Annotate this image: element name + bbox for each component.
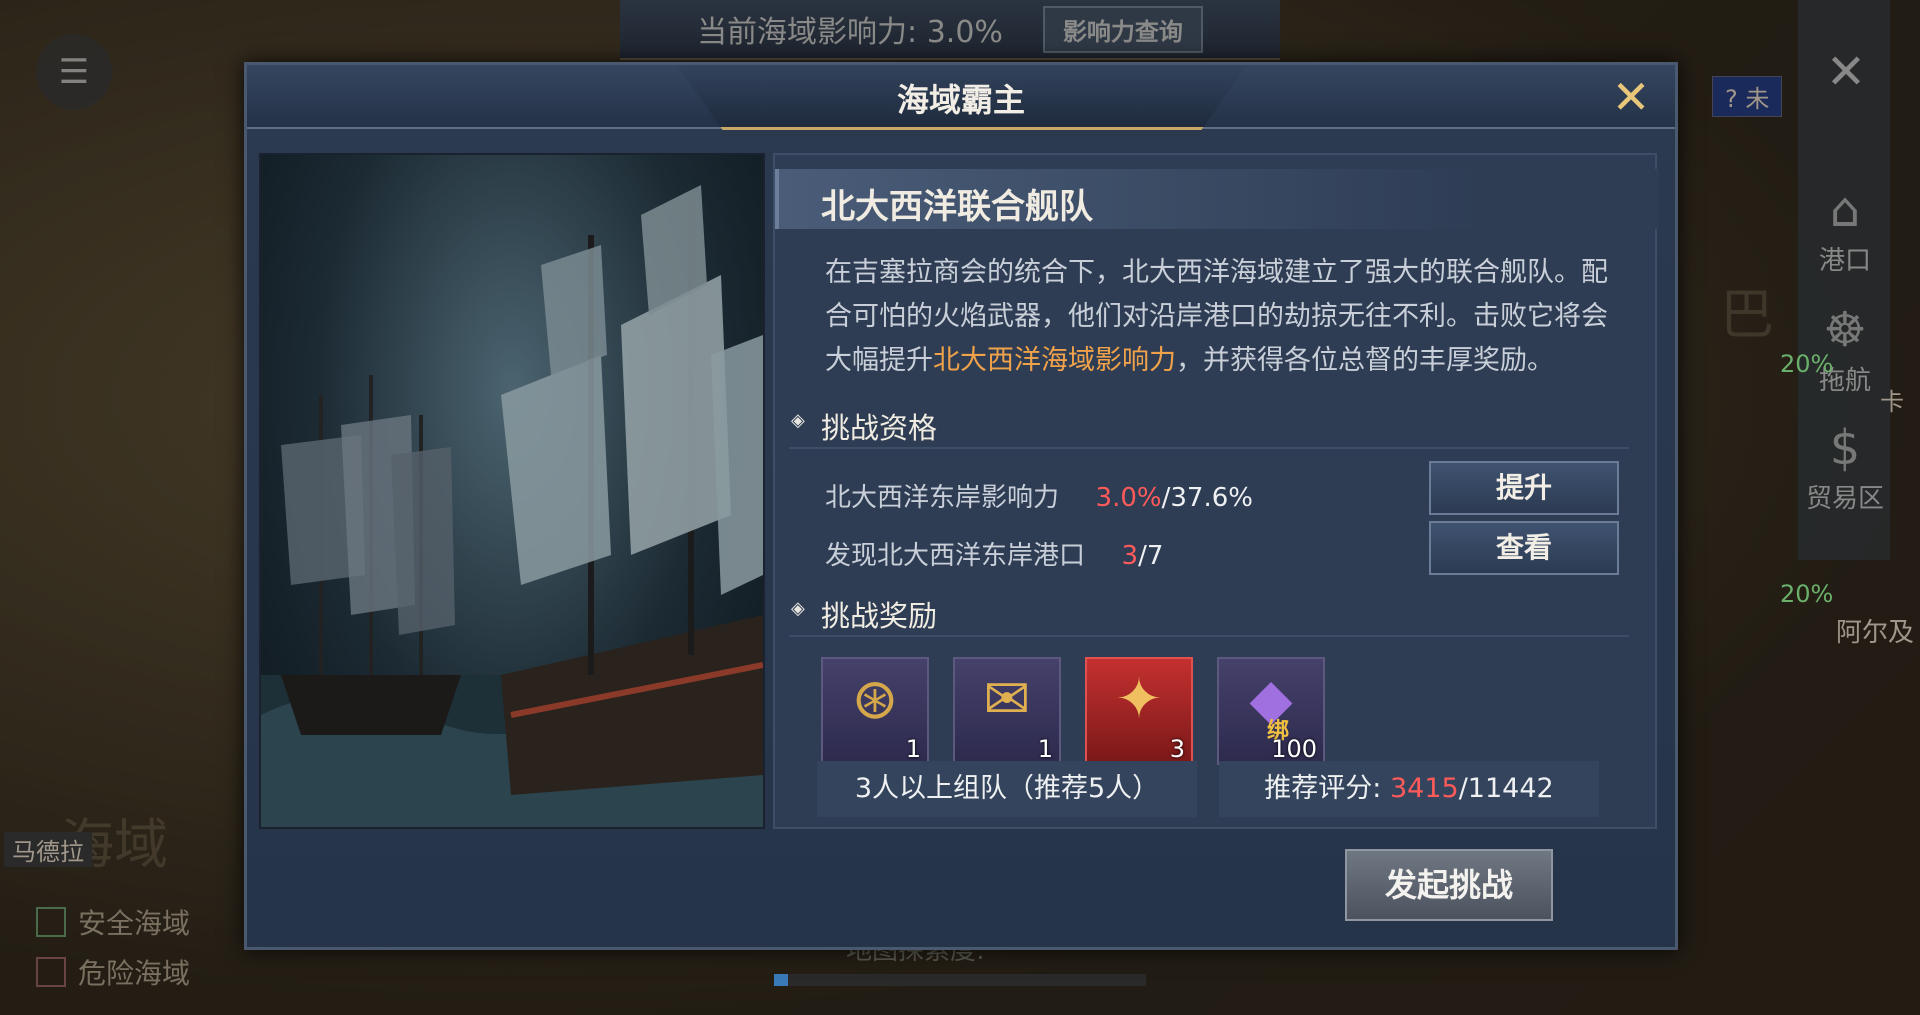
fleet-name: 北大西洋联合舰队 [821,187,1093,227]
help-icon: ? [1725,85,1738,113]
map-search-menu-button[interactable]: ☰ [36,34,112,110]
top-banner: 当前海域影响力: 3.0% 影响力查询 [620,0,1280,60]
sidebar-item-label: 贸易区 [1805,484,1884,514]
requirement-influence: 北大西洋东岸影响力 3.0%/37.6% [825,477,1253,514]
fleet-details-panel: 北大西洋联合舰队 在吉塞拉商会的统合下，北大西洋海域建立了强大的联合舰队。配合可… [773,153,1659,829]
modal-title: 海域霸主 [896,81,1025,119]
legend-danger: 危险海域 [36,952,190,992]
section-rewards: ◈ 挑战奖励 [789,589,1629,637]
reward-list: ⊛ 1 ✉ 1 ✦ 3 ◆ 绑 100 [821,657,1325,765]
influence-query-button[interactable]: 影响力查询 [1042,5,1203,53]
fleet-description: 在吉塞拉商会的统合下，北大西洋海域建立了强大的联合舰队。配合可怕的火焰武器，他们… [825,251,1625,383]
requirement-current: 3.0% [1095,483,1162,513]
map-place-left: 马德拉 [4,832,92,867]
desc-text-end: ，并获得各位总督的丰厚奖励。 [1176,345,1554,376]
view-button[interactable]: 查看 [1429,521,1619,575]
sidebar-item-trade-zone[interactable]: $ 贸易区 [1800,418,1890,515]
score-current: 3415 [1389,773,1459,804]
sea-overlord-modal: 海域霸主 ✕ 北大西洋联合舰队 在吉塞拉商会的统合下，北大西洋海域建立了强大的联… [244,62,1678,950]
legend-safe: 安全海域 [36,902,190,942]
reward-item[interactable]: ◆ 绑 100 [1217,657,1325,765]
scroll-icon: ✦ [1115,667,1163,732]
requirement-target: /7 [1138,541,1164,571]
ship-illustration [261,185,763,827]
envelope-icon: ✉ [983,667,1031,732]
requirement-current: 3 [1121,541,1139,571]
diamond-bullet-icon: ◈ [791,410,805,431]
section-qualification: ◈ 挑战资格 [789,401,1629,449]
section-label: 挑战奖励 [821,599,938,633]
reward-item[interactable]: ✉ 1 [953,657,1061,765]
start-challenge-button[interactable]: 发起挑战 [1345,849,1553,921]
compass-medal-icon: ⊛ [851,667,899,732]
harbor-icon: ⌂ [1829,182,1861,238]
reward-qty: 100 [1271,735,1317,763]
current-influence-text: 当前海域影响力: 3.0% [697,15,1003,50]
map-place-right: 阿尔及 [1836,618,1915,648]
requirement-target: /37.6% [1161,483,1253,513]
reward-qty: 1 [1037,735,1053,763]
team-requirement: 3人以上组队（推荐5人） [817,761,1197,817]
map-tag-top: ? 未 [1712,76,1783,117]
requirement-ports: 发现北大西洋东岸港口 3/7 [825,535,1163,572]
sidebar-item-harbor[interactable]: ⌂ 港口 [1800,180,1890,277]
map-badge-2: 20% [1780,580,1834,608]
requirement-label: 北大西洋东岸影响力 [825,483,1060,513]
map-badge-1: 20% [1780,350,1834,378]
score-target: /11442 [1458,773,1554,804]
fleet-artwork [259,153,765,829]
sidebar-item-tow[interactable]: ☸ 拖航 [1800,300,1890,397]
desc-highlight: 北大西洋海域影响力 [933,345,1176,376]
reward-item[interactable]: ✦ 3 [1085,657,1193,765]
score-label: 推荐评分: [1264,773,1390,804]
reward-qty: 1 [905,735,921,763]
explore-progress [774,974,1146,986]
modal-header: 海域霸主 ✕ [247,65,1675,130]
sidebar-item-label: 港口 [1818,246,1871,276]
list-search-icon: ☰ [58,52,90,92]
improve-button[interactable]: 提升 [1429,461,1619,515]
money-bag-icon: $ [1829,420,1861,476]
requirement-label: 发现北大西洋东岸港口 [825,541,1086,571]
close-icon[interactable]: ✕ [1607,73,1655,121]
recommended-score: 推荐评分: 3415/11442 [1219,761,1599,817]
reward-qty: 3 [1169,735,1185,763]
close-map-icon[interactable]: ✕ [1818,44,1874,100]
diamond-bullet-icon: ◈ [791,598,805,619]
section-label: 挑战资格 [821,411,938,445]
map-tag-mid: 卡 [1880,388,1904,416]
fleet-name-bar: 北大西洋联合舰队 [775,169,1659,229]
reward-item[interactable]: ⊛ 1 [821,657,929,765]
